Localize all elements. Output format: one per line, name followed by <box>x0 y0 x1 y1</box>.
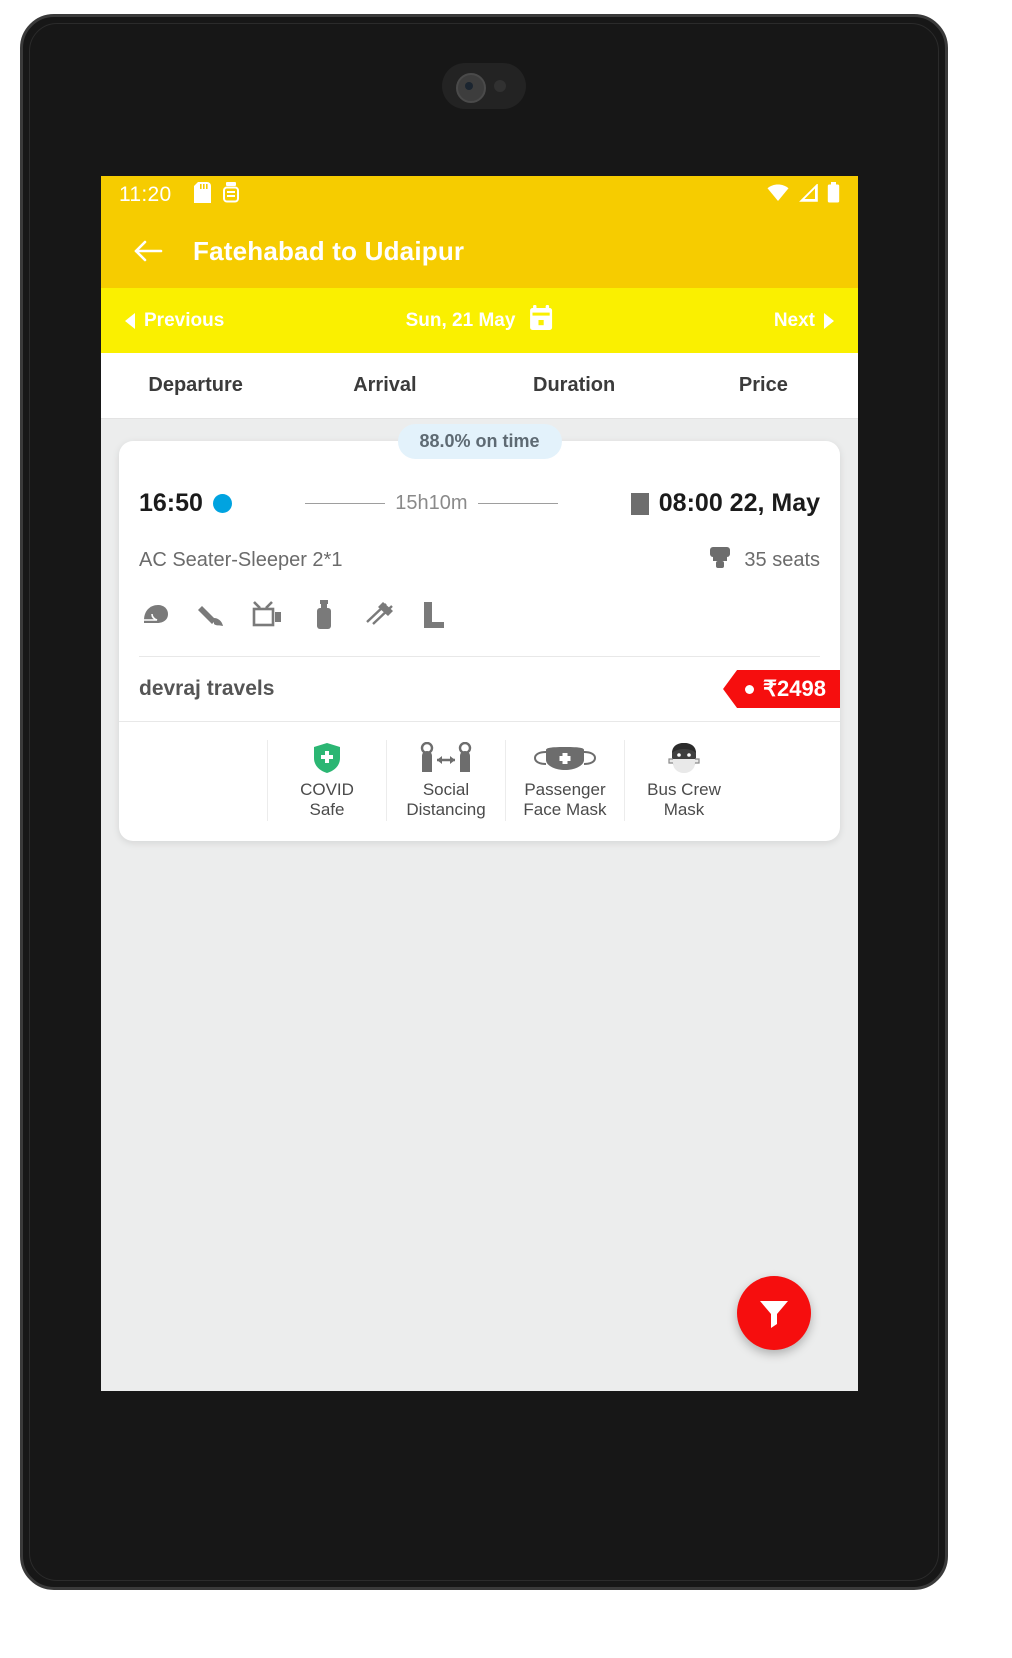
covid-feature-label: Passenger Face Mask <box>523 780 607 820</box>
seats-available-label: 35 seats <box>744 548 820 571</box>
search-results-list: 88.0% on time 16:50 15h10m 08:00 22, May <box>101 419 858 1391</box>
seats-available-block: 35 seats <box>708 544 820 576</box>
back-arrow-icon <box>134 240 163 262</box>
back-button[interactable] <box>131 234 165 268</box>
sort-tab-bar: Departure Arrival Duration Price <box>101 353 858 419</box>
wifi-icon <box>767 184 789 207</box>
television-icon <box>251 598 285 632</box>
social-distancing-icon <box>419 740 473 774</box>
date-navigation-bar: Previous Sun, 21 May Next <box>101 288 858 353</box>
face-mask-icon <box>534 740 596 774</box>
selected-date-label: Sun, 21 May <box>405 309 516 331</box>
departure-time-block: 16:50 <box>139 489 232 518</box>
blanket-icon <box>139 598 173 632</box>
operator-name-label: devraj travels <box>139 677 275 700</box>
usb-debug-icon <box>222 182 239 208</box>
arrival-time-block: 08:00 22, May <box>630 489 820 518</box>
covid-feature-covid-safe: COVID Safe <box>267 740 386 821</box>
duration-line-left <box>305 503 386 504</box>
arrival-marker-icon <box>630 492 649 515</box>
sd-card-icon <box>193 182 211 208</box>
on-time-badge: 88.0% on time <box>397 424 562 459</box>
water-bottle-icon <box>307 598 341 632</box>
charging-point-icon <box>195 598 229 632</box>
covid-row-spacer <box>119 740 267 821</box>
tab-arrival[interactable]: Arrival <box>290 374 479 397</box>
calendar-icon <box>529 304 553 337</box>
departure-time-value: 16:50 <box>139 489 203 517</box>
signal-icon <box>798 182 818 207</box>
app-bar: Fatehabad to Udaipur <box>101 214 858 288</box>
departure-marker-icon <box>212 494 232 513</box>
duration-block: 15h10m <box>250 492 613 515</box>
front-camera-housing <box>442 63 526 109</box>
operator-row: devraj travels ₹2498 <box>139 657 840 721</box>
phone-screen: 11:20 Fatehabad to Udaipur Previous Sun,… <box>101 176 858 1391</box>
tab-duration[interactable]: Duration <box>480 374 669 397</box>
status-bar: 11:20 <box>101 176 858 214</box>
amenities-row <box>139 598 820 657</box>
covid-safety-row: COVID Safe Social Distancing Passenger F… <box>119 721 840 841</box>
status-bar-time: 11:20 <box>119 183 172 206</box>
page-title: Fatehabad to Udaipur <box>193 235 465 266</box>
camera-sensor-icon <box>494 80 506 92</box>
covid-feature-social-distancing: Social Distancing <box>386 740 505 821</box>
status-bar-left-icons <box>193 182 239 208</box>
chevron-right-icon <box>824 312 834 329</box>
bus-type-label: AC Seater-Sleeper 2*1 <box>139 548 343 571</box>
tab-price[interactable]: Price <box>669 374 858 397</box>
previous-day-label: Previous <box>144 309 225 331</box>
next-day-button[interactable]: Next <box>774 310 834 332</box>
seat-icon <box>708 544 732 576</box>
covid-feature-label: COVID Safe <box>300 780 354 820</box>
next-day-label: Next <box>773 309 815 331</box>
chevron-left-icon <box>125 312 135 329</box>
covid-feature-bus-crew-mask: Bus Crew Mask <box>624 740 743 821</box>
bus-crew-mask-icon <box>667 740 701 774</box>
duration-value: 15h10m <box>395 492 468 514</box>
date-picker-button[interactable]: Sun, 21 May <box>405 304 554 337</box>
covid-shield-icon <box>313 740 341 774</box>
bed-sheet-icon <box>363 598 397 632</box>
duration-line-right <box>477 503 558 504</box>
covid-feature-passenger-face-mask: Passenger Face Mask <box>505 740 624 821</box>
price-tag[interactable]: ₹2498 <box>723 670 840 708</box>
reading-light-icon <box>419 598 453 632</box>
price-value: ₹2498 <box>763 676 826 701</box>
screenshot-root: 11:20 Fatehabad to Udaipur Previous Sun,… <box>0 0 1012 1658</box>
filter-button[interactable] <box>737 1276 811 1350</box>
tab-departure[interactable]: Departure <box>101 374 290 397</box>
camera-lens-icon <box>456 73 486 103</box>
camera-lens-dot <box>465 82 473 90</box>
filter-funnel-icon <box>760 1301 788 1328</box>
bus-type-row: AC Seater-Sleeper 2*1 35 seats <box>139 544 820 576</box>
battery-icon <box>827 182 840 208</box>
previous-day-button[interactable]: Previous <box>125 310 224 332</box>
arrival-time-value: 08:00 22, May <box>658 489 820 517</box>
covid-feature-label: Bus Crew Mask <box>647 780 721 820</box>
covid-feature-label: Social Distancing <box>406 780 486 820</box>
status-bar-right-icons <box>767 182 840 208</box>
bus-result-card[interactable]: 88.0% on time 16:50 15h10m 08:00 22, May <box>119 424 840 841</box>
price-tag-hole-icon <box>745 684 755 694</box>
